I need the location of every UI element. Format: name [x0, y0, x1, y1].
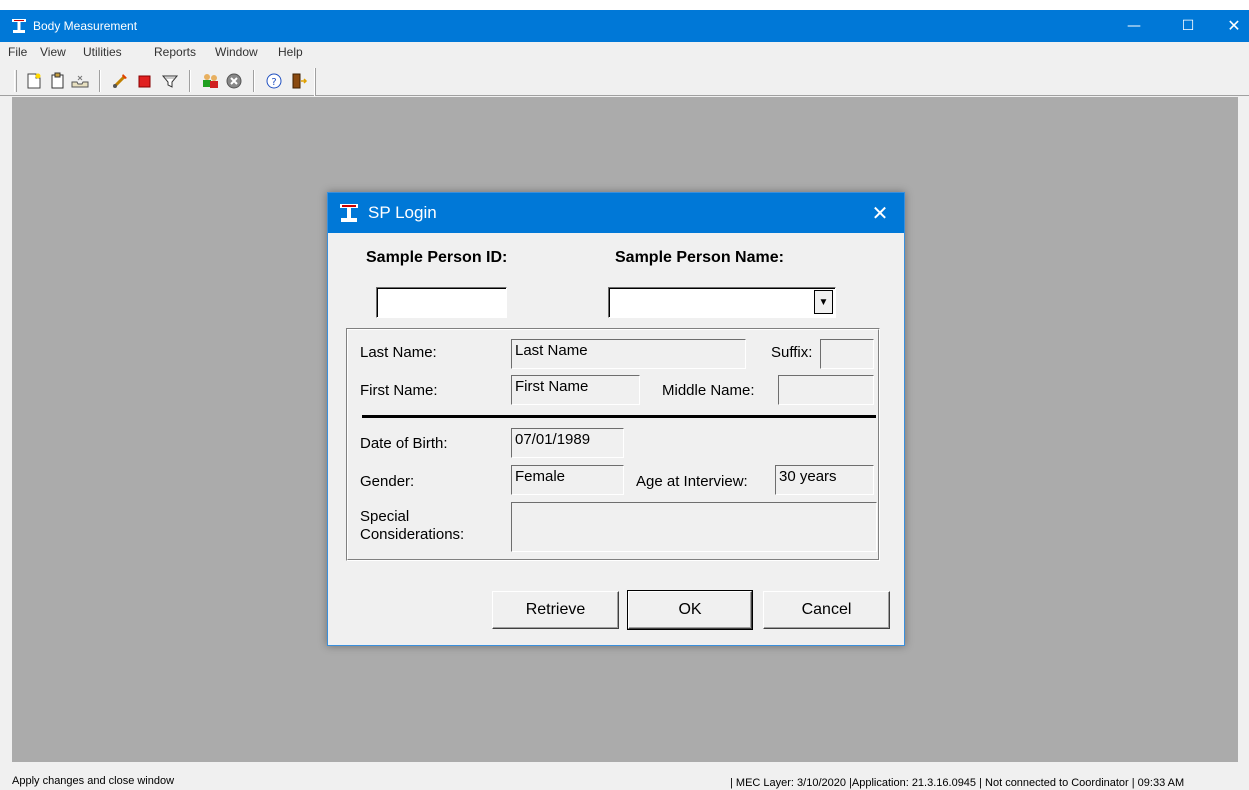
maximize-button[interactable]: ☐ [1165, 10, 1211, 42]
sp-id-label: Sample Person ID: [366, 249, 508, 266]
filter-icon[interactable] [160, 71, 180, 91]
new-document-icon[interactable] [24, 71, 44, 91]
suffix-label: Suffix: [771, 344, 813, 361]
special-considerations-field [511, 502, 877, 552]
toolbar-separator [189, 70, 191, 92]
sp-id-input[interactable] [376, 287, 507, 318]
app-logo-icon [340, 204, 358, 222]
stop-icon[interactable] [135, 71, 155, 91]
section-divider [362, 415, 876, 418]
status-info: | MEC Layer: 3/10/2020 |Application: 21.… [730, 777, 1185, 789]
last-name-label: Last Name: [360, 344, 437, 361]
age-field: 30 years [775, 465, 874, 495]
menu-view[interactable]: View [40, 45, 66, 59]
toolbar-separator [253, 70, 255, 92]
menu-reports[interactable]: Reports [154, 45, 196, 59]
rocket-icon[interactable] [110, 71, 130, 91]
gender-field: Female [511, 465, 624, 495]
middle-name-label: Middle Name: [662, 382, 755, 399]
tray-icon[interactable] [70, 71, 90, 91]
dialog-title-bar[interactable]: SP Login ✕ [328, 193, 904, 233]
special-considerations-label-line2: Considerations: [360, 526, 465, 543]
clipboard-icon[interactable] [48, 71, 68, 91]
toolbar-end [314, 68, 316, 96]
toolbar: ? [0, 62, 1249, 96]
first-name-label: First Name: [360, 382, 438, 399]
retrieve-button[interactable]: Retrieve [492, 591, 619, 629]
toolbar-grip[interactable] [14, 70, 17, 92]
people-icon[interactable] [200, 71, 220, 91]
toolbar-separator [99, 70, 101, 92]
exit-door-icon[interactable] [288, 71, 308, 91]
title-bar[interactable]: Body Measurement — ☐ ✕ [0, 10, 1249, 42]
last-name-field: Last Name [511, 339, 746, 369]
menu-file[interactable]: File [8, 45, 27, 59]
age-label: Age at Interview: [636, 473, 748, 490]
window-title: Body Measurement [33, 19, 138, 33]
gear-icon[interactable] [224, 71, 244, 91]
minimize-button[interactable]: — [1111, 10, 1157, 42]
person-details-group: Last Name: Last Name Suffix: First Name:… [346, 328, 880, 561]
status-hint: Apply changes and close window [12, 775, 175, 787]
dob-label: Date of Birth: [360, 435, 448, 452]
status-bar: Apply changes and close window | MEC Lay… [0, 772, 1249, 790]
sp-name-combobox[interactable]: ▼ [608, 287, 836, 318]
gender-label: Gender: [360, 473, 415, 490]
sp-login-dialog: SP Login ✕ Sample Person ID: Sample Pers… [327, 192, 905, 646]
middle-name-field [778, 375, 874, 405]
help-icon[interactable]: ? [264, 71, 284, 91]
menu-utilities[interactable]: Utilities [83, 45, 122, 59]
dropdown-arrow-icon[interactable]: ▼ [814, 290, 833, 314]
menu-window[interactable]: Window [215, 45, 258, 59]
dob-field: 07/01/1989 [511, 428, 624, 458]
special-considerations-label-line1: Special [360, 508, 410, 525]
sp-name-label: Sample Person Name: [615, 249, 784, 266]
app-logo-icon [12, 19, 26, 33]
suffix-field [820, 339, 874, 369]
cancel-button[interactable]: Cancel [763, 591, 890, 629]
dialog-close-button[interactable]: ✕ [856, 193, 904, 233]
dialog-title: SP Login [368, 203, 437, 222]
menu-help[interactable]: Help [278, 45, 303, 59]
ok-button[interactable]: OK [627, 590, 753, 630]
svg-text:?: ? [271, 77, 276, 88]
first-name-field: First Name [511, 375, 640, 405]
menu-bar: File View Utilities Reports Window Help [0, 42, 1249, 62]
close-button[interactable]: ✕ [1211, 10, 1249, 42]
